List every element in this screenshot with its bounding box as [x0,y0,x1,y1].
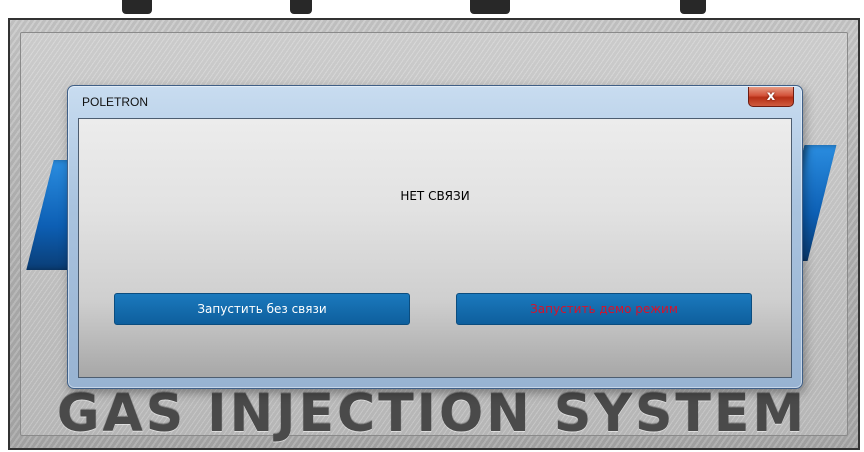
dialog-title: POLETRON [82,95,149,109]
cropped-text-fragment [122,0,152,14]
start-demo-button[interactable]: Запустить демо режим [456,293,752,325]
cropped-text-fragment [470,0,510,14]
cropped-text-fragment [290,0,312,14]
app-title: GAS INJECTION SYSTEM [56,384,808,444]
cropped-top-strip [0,0,864,20]
status-message: НЕТ СВЯЗИ [400,189,470,203]
start-offline-button[interactable]: Запустить без связи [114,293,410,325]
dialog-titlebar[interactable]: POLETRON x [68,86,802,116]
close-icon: x [766,89,776,104]
cropped-text-fragment [680,0,706,14]
dialog-body: НЕТ СВЯЗИ Запустить без связи Запустить … [78,118,792,378]
close-button[interactable]: x [748,87,794,107]
connection-dialog: POLETRON x НЕТ СВЯЗИ Запустить без связи… [67,85,803,389]
